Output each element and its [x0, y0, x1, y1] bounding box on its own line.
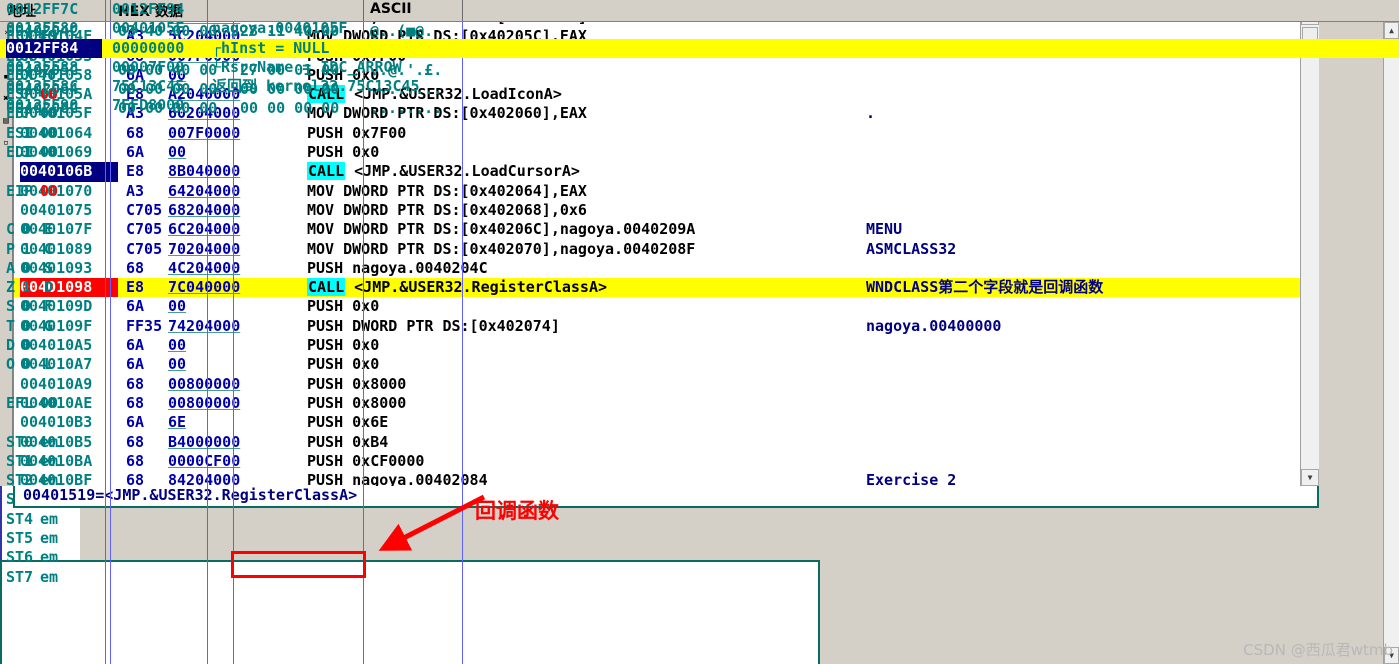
stack-value: 0040105F [112, 19, 185, 38]
stack-row[interactable]: 0012FF84 00000000 ┌hInst = NULL [0, 38, 1399, 58]
stack-address: 0012FF88 [6, 57, 79, 76]
stack-value: 0012FF94 [112, 0, 185, 18]
watermark: CSDN @西瓜君wtmb [1243, 641, 1393, 659]
annotation-callback-label: 回调函数 [475, 499, 559, 523]
stack-row[interactable]: 0012FF7C 0012FF94 [0, 0, 1399, 19]
stack-value: 00000000 [112, 38, 208, 58]
annotation-highlight-box [231, 551, 366, 578]
stack-comment: ┌hInst = NULL [212, 38, 1397, 58]
stack-row[interactable]: 0012FF88 00007F00 └RsrcName = IDC_ARROW [0, 58, 1399, 77]
stack-address: 0012FF84 [6, 38, 102, 58]
stack-row[interactable]: 0012FF80 0040105F nagoya.0040105F [0, 19, 1399, 38]
stack-address: 0012FF90 [6, 96, 79, 115]
stack-value: 7FFD8000 [112, 96, 185, 115]
stack-row[interactable]: 0012FF8C 75C13C45 返回到 kernel32.75C13C45 [0, 77, 1399, 96]
stack-address: 0012FF80 [6, 19, 79, 38]
stack-comment: nagoya.0040105F [212, 19, 348, 38]
stack-comment: └RsrcName = IDC_ARROW [212, 57, 402, 76]
stack-row[interactable]: 0012FF90 7FFD8000 [0, 96, 1399, 115]
olly-dbg-window: ▐▌ › ▸ ▪ ✖ ▤ ▫ 地址 机器码 反汇编代码 注释 00401049A… [0, 0, 1399, 664]
stack-value: 00007F00 [112, 57, 185, 76]
stack-rows[interactable]: 0012FF7C 0012FF94 0012FF80 0040105F nagoya.0… [0, 0, 1399, 664]
stack-address: 0012FF8C [6, 77, 79, 96]
stack-address: 0012FF7C [6, 0, 79, 18]
stack-comment: 返回到 kernel32.75C13C45 [212, 77, 420, 96]
stack-value: 75C13C45 [112, 77, 185, 96]
